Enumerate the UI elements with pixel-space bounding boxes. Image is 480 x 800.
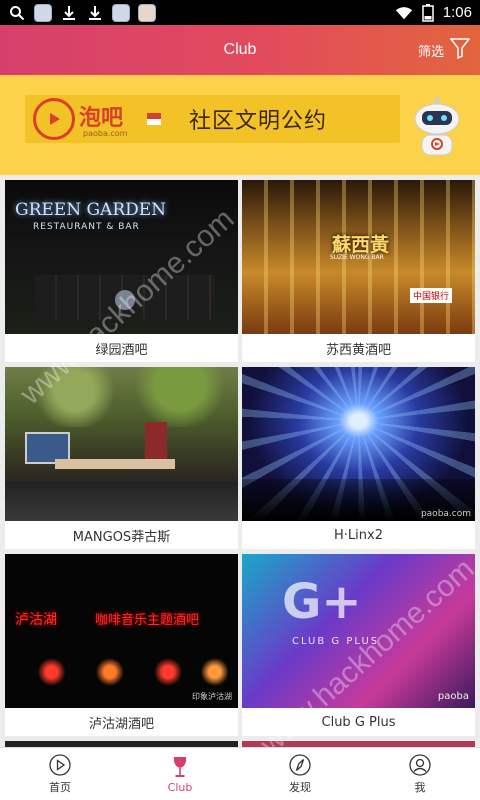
filter-button[interactable]: 筛选 <box>417 35 471 65</box>
venue-sign-sub: RESTAURANT & BAR <box>33 222 140 232</box>
flag-icon <box>147 113 162 125</box>
bank-sign: 中国银行 <box>410 288 453 303</box>
venue-sign: GREEN GARDEN <box>15 200 167 220</box>
venue-name: 苏西黄酒吧 <box>325 342 391 358</box>
nav-item-me[interactable]: 我 <box>360 748 480 800</box>
compass-icon <box>289 754 311 776</box>
page-title: Club <box>223 41 257 58</box>
venue-name: 泸沽湖酒吧 <box>88 716 154 732</box>
banner-slogan: 社区文明公约 <box>189 109 328 134</box>
logo-sub: paoba.com <box>83 129 128 138</box>
bottom-nav: 首页 Club 发现 我 <box>0 747 480 800</box>
paoba-logo-icon <box>33 98 75 140</box>
app-notification-icon <box>34 3 52 22</box>
home-icon <box>49 754 71 776</box>
nav-item-discover[interactable]: 发现 <box>240 748 360 800</box>
app-screen: 1:06 Club 筛选 泡吧 paoba.com 社区文明公约 GREEN G… <box>0 0 480 800</box>
venue-grid: GREEN GARDEN RESTAURANT & BAR 绿园酒吧 蘇西黃 S… <box>0 175 480 747</box>
venue-card[interactable]: 蘇西黃 SUZIE WONG BAR 中国银行 苏西黄酒吧 <box>242 180 475 362</box>
filter-icon <box>449 37 471 63</box>
venue-card[interactable]: 泸沽湖 咖啡音乐主题酒吧 印象泸沽湖 泸沽湖酒吧 <box>5 554 238 736</box>
wine-glass-icon <box>173 756 187 777</box>
app-notification-icon <box>138 3 156 22</box>
logo-text: 泡吧 <box>79 106 124 131</box>
nav-label: 发现 <box>289 781 311 794</box>
robot-mascot-icon <box>412 97 462 159</box>
venue-photo: paoba.com <box>242 367 475 521</box>
venue-sign-b: CLUB G PLUS <box>292 636 380 647</box>
search-icon <box>8 5 26 21</box>
venue-card[interactable]: G+ CLUB G PLUS paoba Club G Plus <box>242 554 475 736</box>
download-icon <box>60 5 78 21</box>
venue-sign: G+ <box>282 574 362 630</box>
venue-card[interactable]: MANGOS莽古斯 <box>5 367 238 549</box>
nav-label: 首页 <box>49 781 71 794</box>
nav-item-home[interactable]: 首页 <box>0 748 120 800</box>
battery-icon <box>419 3 437 22</box>
banner-strip: 泡吧 paoba.com 社区文明公约 <box>25 95 400 143</box>
venue-photo: 泸沽湖 咖啡音乐主题酒吧 印象泸沽湖 <box>5 554 238 708</box>
venue-sign: 蘇西黃 <box>332 234 390 256</box>
photo-watermark: paoba.com <box>420 509 471 519</box>
wifi-icon <box>395 5 413 21</box>
photo-watermark: 印象泸沽湖 <box>192 692 232 701</box>
filter-label: 筛选 <box>417 44 444 60</box>
venue-photo: GREEN GARDEN RESTAURANT & BAR <box>5 180 238 334</box>
nav-item-club[interactable]: Club <box>120 748 240 800</box>
venue-photo: 蘇西黃 SUZIE WONG BAR 中国银行 <box>242 180 475 334</box>
status-bar: 1:06 <box>0 0 480 25</box>
app-notification-icon <box>112 3 130 22</box>
venue-photo <box>5 367 238 521</box>
venue-photo: G+ CLUB G PLUS paoba <box>242 554 475 708</box>
nav-label: Club <box>167 780 193 794</box>
venue-name: MANGOS莽古斯 <box>72 529 171 545</box>
venue-sign-b: 咖啡音乐主题酒吧 <box>95 613 200 628</box>
venue-name: H·Linx2 <box>334 527 383 543</box>
photo-watermark: paoba <box>437 691 469 702</box>
venue-sign-sub: SUZIE WONG BAR <box>330 254 384 261</box>
nav-label: 我 <box>414 781 426 794</box>
venue-name: Club G Plus <box>321 714 396 730</box>
venue-card[interactable]: paoba.com H·Linx2 <box>242 367 475 549</box>
download-icon <box>86 5 104 21</box>
clock: 1:06 <box>442 4 472 21</box>
venue-sign: 泸沽湖 <box>15 612 57 628</box>
user-icon <box>409 754 431 776</box>
venue-name: 绿园酒吧 <box>95 342 148 358</box>
promo-banner[interactable]: 泡吧 paoba.com 社区文明公约 <box>0 75 480 175</box>
app-header: Club 筛选 <box>0 25 480 75</box>
venue-card[interactable]: GREEN GARDEN RESTAURANT & BAR 绿园酒吧 <box>5 180 238 362</box>
